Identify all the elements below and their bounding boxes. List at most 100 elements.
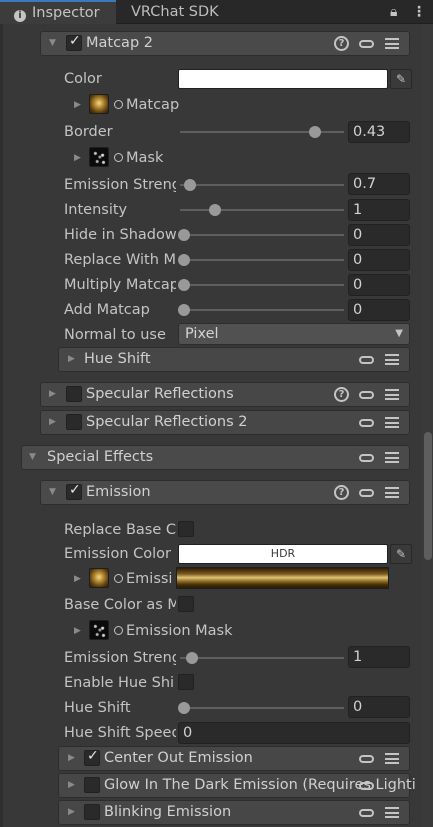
specular-reflections-2-checkbox[interactable] <box>66 414 82 430</box>
foldout-arrow-icon[interactable]: ▶ <box>68 800 75 825</box>
emission-color-field[interactable]: HDR <box>178 544 388 564</box>
object-picker-icon[interactable] <box>114 153 123 162</box>
emission-strength-label: Emission Streng <box>64 650 176 666</box>
menu-icon[interactable] <box>385 417 399 428</box>
foldout-arrow-icon[interactable]: ▶ <box>68 746 75 771</box>
matcap-texture-thumbnail[interactable] <box>89 94 109 114</box>
replace-base-color-checkbox[interactable] <box>178 521 194 537</box>
center-out-emission-checkbox[interactable] <box>84 748 100 766</box>
hue-shift-speed-label: Hue Shift Speed <box>64 725 176 741</box>
link-icon[interactable] <box>359 419 374 427</box>
expand-arrow-icon[interactable]: ▶ <box>74 569 81 589</box>
intensity-label: Intensity <box>64 202 128 218</box>
mask-texture-thumbnail[interactable] <box>89 147 109 167</box>
link-icon[interactable] <box>359 454 374 462</box>
multiply-matcap-handle[interactable] <box>178 279 190 291</box>
matcap-emission-strength-track[interactable] <box>180 184 344 186</box>
link-icon[interactable] <box>359 391 374 399</box>
intensity-slider-handle[interactable] <box>209 204 221 216</box>
add-matcap-handle[interactable] <box>178 304 190 316</box>
link-icon[interactable] <box>359 755 374 763</box>
kebab-menu-icon[interactable]: ⋮ <box>412 3 426 21</box>
link-icon[interactable] <box>359 489 374 497</box>
hide-in-shadow-handle[interactable] <box>178 229 190 241</box>
help-icon[interactable]: ? <box>334 387 349 402</box>
matcap-color-field[interactable] <box>178 69 388 89</box>
menu-icon[interactable] <box>385 807 399 818</box>
blinking-emission-checkbox[interactable] <box>84 804 100 820</box>
foldout-arrow-icon[interactable]: ▼ <box>49 480 56 505</box>
menu-icon[interactable] <box>385 452 399 463</box>
menu-icon[interactable] <box>385 38 399 49</box>
border-label: Border <box>64 124 113 140</box>
eyedropper-icon[interactable]: ✎ <box>390 544 412 564</box>
hide-in-shadow-field[interactable]: 0 <box>348 224 410 246</box>
intensity-slider-track[interactable] <box>180 209 344 211</box>
lock-icon[interactable]: 🔒︎ <box>390 3 397 21</box>
add-matcap-track[interactable] <box>180 309 344 311</box>
link-icon[interactable] <box>359 809 374 817</box>
emission-enable-checkbox[interactable] <box>66 482 82 500</box>
expand-arrow-icon[interactable]: ▶ <box>74 95 81 115</box>
base-color-as-map-checkbox[interactable] <box>178 596 194 612</box>
expand-arrow-icon[interactable]: ▶ <box>74 621 81 641</box>
intensity-value-field[interactable]: 1 <box>348 199 410 221</box>
link-icon[interactable] <box>359 356 374 364</box>
foldout-arrow-icon[interactable]: ▶ <box>68 347 75 372</box>
hue-shift-speed-field[interactable]: 0 <box>178 722 410 744</box>
matcap2-title: Matcap 2 <box>86 35 153 51</box>
emission-texture-preview[interactable] <box>176 567 389 589</box>
menu-icon[interactable] <box>385 487 399 498</box>
expand-arrow-icon[interactable]: ▶ <box>74 148 81 168</box>
multiply-matcap-track[interactable] <box>180 284 344 286</box>
eyedropper-icon[interactable]: ✎ <box>390 69 412 89</box>
emission-mask-thumbnail[interactable] <box>89 620 109 640</box>
matcap-emission-strength-field[interactable]: 0.7 <box>348 173 410 195</box>
replace-with-track[interactable] <box>180 259 344 261</box>
specular-reflections-checkbox[interactable] <box>66 386 82 402</box>
menu-icon[interactable] <box>385 389 399 400</box>
tab-inspector[interactable]: i Inspector <box>0 0 116 24</box>
link-icon[interactable] <box>359 782 374 790</box>
hide-in-shadow-track[interactable] <box>180 234 344 236</box>
foldout-arrow-icon[interactable]: ▶ <box>49 410 56 435</box>
emission-texture-thumbnail[interactable] <box>89 568 109 588</box>
emission-strength-field[interactable]: 1 <box>348 646 410 668</box>
matcap2-enable-checkbox[interactable] <box>66 33 82 51</box>
replace-with-handle[interactable] <box>178 254 190 266</box>
emission-texture-label: Emissi <box>114 569 176 589</box>
normal-to-use-dropdown[interactable]: Pixel ▼ <box>178 323 410 345</box>
tab-vrchat-sdk[interactable]: VRChat SDK <box>131 0 219 24</box>
scrollbar-track[interactable] <box>422 24 433 827</box>
hue-shift-title: Hue Shift <box>84 351 151 367</box>
foldout-arrow-icon[interactable]: ▼ <box>49 31 56 56</box>
object-picker-icon[interactable] <box>114 626 123 635</box>
multiply-matcap-field[interactable]: 0 <box>348 274 410 296</box>
foldout-arrow-icon[interactable]: ▼ <box>29 445 36 470</box>
emission-strength-track[interactable] <box>180 657 344 659</box>
normal-to-use-label: Normal to use <box>64 327 166 343</box>
menu-icon[interactable] <box>385 753 399 764</box>
help-icon[interactable]: ? <box>334 36 349 51</box>
matcap-emission-strength-handle[interactable] <box>184 179 196 191</box>
menu-icon[interactable] <box>385 354 399 365</box>
glow-in-dark-checkbox[interactable] <box>84 777 100 793</box>
tab-inspector-label: Inspector <box>32 5 100 21</box>
foldout-arrow-icon[interactable]: ▶ <box>68 773 75 798</box>
hide-in-shadow-label: Hide in Shadow <box>64 227 176 243</box>
enable-hue-shift-checkbox[interactable] <box>178 674 194 690</box>
object-picker-icon[interactable] <box>114 574 123 583</box>
hue-shift-handle[interactable] <box>178 702 190 714</box>
border-slider-handle[interactable] <box>309 126 321 138</box>
emission-strength-handle[interactable] <box>186 652 198 664</box>
replace-with-field[interactable]: 0 <box>348 249 410 271</box>
add-matcap-field[interactable]: 0 <box>348 299 410 321</box>
help-icon[interactable]: ? <box>334 485 349 500</box>
scrollbar-thumb[interactable] <box>424 432 432 560</box>
hue-shift-field[interactable]: 0 <box>348 696 410 718</box>
foldout-arrow-icon[interactable]: ▶ <box>49 382 56 407</box>
hue-shift-track[interactable] <box>180 707 344 709</box>
border-value-field[interactable]: 0.43 <box>348 121 410 143</box>
object-picker-icon[interactable] <box>114 100 123 109</box>
link-icon[interactable] <box>359 40 374 48</box>
